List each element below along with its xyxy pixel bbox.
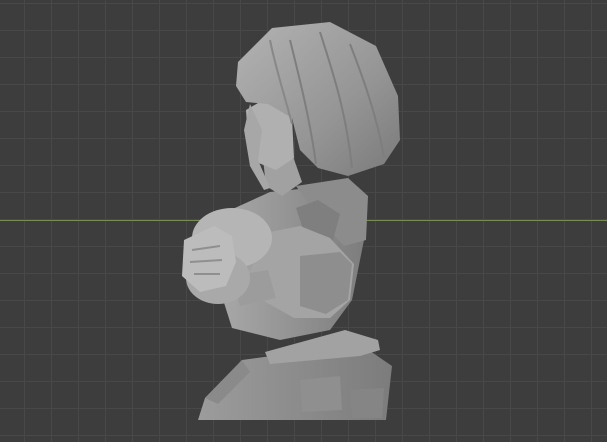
3d-viewport[interactable]	[0, 0, 607, 442]
base-plinth	[198, 330, 392, 420]
sculpted-bust-model[interactable]	[0, 0, 607, 442]
